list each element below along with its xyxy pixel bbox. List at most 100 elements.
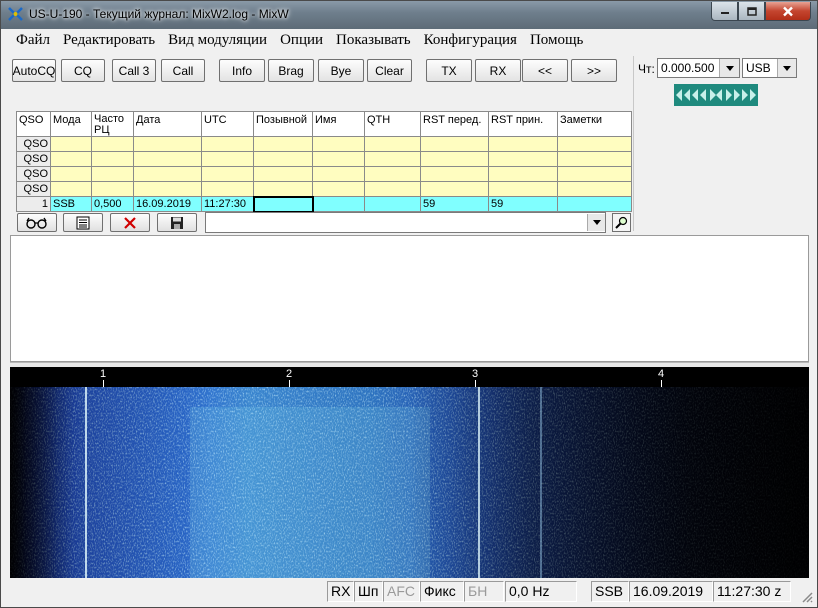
table-cell[interactable]	[253, 151, 313, 167]
table-cell[interactable]	[253, 136, 313, 152]
waterfall-display[interactable]: 1 2 3 4 7	[10, 367, 809, 578]
mode-dropdown-button[interactable]	[777, 59, 796, 77]
maximize-button[interactable]	[738, 2, 765, 21]
table-cell[interactable]	[364, 136, 421, 152]
tx-button[interactable]: TX	[426, 59, 472, 82]
table-cell[interactable]	[201, 136, 254, 152]
status-sp[interactable]: Шп	[354, 581, 383, 602]
menu-file[interactable]: Файл	[9, 31, 56, 53]
clear-button[interactable]: Clear	[367, 59, 412, 82]
table-cell[interactable]	[312, 136, 365, 152]
table-cell[interactable]	[488, 136, 558, 152]
prev-button[interactable]: <<	[522, 59, 568, 82]
table-cell[interactable]	[364, 166, 421, 182]
bye-button[interactable]: Bye	[318, 59, 364, 82]
current-qso-row[interactable]: 1 SSB 0,500 16.09.2019 11:27:30 59 59	[16, 195, 632, 213]
table-cell[interactable]	[133, 181, 202, 197]
waterfall-spectrogram[interactable]	[10, 387, 809, 578]
col-call[interactable]: Позывной	[253, 111, 313, 137]
autocq-button[interactable]: AutoCQ	[12, 59, 56, 82]
cell-call-input[interactable]	[252, 195, 314, 213]
table-cell[interactable]	[557, 151, 632, 167]
table-cell[interactable]	[557, 181, 632, 197]
brag-button[interactable]: Brag	[268, 59, 314, 82]
log-book-button[interactable]	[63, 213, 103, 232]
status-afc[interactable]: AFC	[383, 581, 420, 602]
table-cell[interactable]	[201, 151, 254, 167]
minimize-button[interactable]	[711, 2, 738, 21]
table-cell[interactable]	[488, 181, 558, 197]
cell-qth[interactable]	[364, 196, 421, 212]
status-offset[interactable]: 0,0 Hz	[505, 581, 577, 602]
col-freq[interactable]: Часто РЦ	[91, 111, 134, 137]
table-cell[interactable]	[50, 151, 92, 167]
col-qth[interactable]: QTH	[364, 111, 421, 137]
command-dropdown-button[interactable]	[587, 214, 605, 231]
table-cell[interactable]	[420, 136, 489, 152]
menu-options[interactable]: Опции	[273, 31, 329, 53]
call-button[interactable]: Call	[161, 59, 205, 82]
table-row[interactable]: QSO	[16, 166, 632, 182]
table-cell[interactable]	[201, 181, 254, 197]
table-cell[interactable]	[91, 136, 134, 152]
cell-freq[interactable]: 0,500	[91, 196, 134, 212]
lookup-button[interactable]	[17, 213, 57, 232]
cell-rst-rcvd[interactable]: 59	[488, 196, 558, 212]
menu-config[interactable]: Конфигурация	[417, 31, 523, 53]
col-rst-rcvd[interactable]: RST прин.	[488, 111, 558, 137]
table-cell[interactable]	[253, 181, 313, 197]
table-cell[interactable]	[557, 136, 632, 152]
frequency-dropdown-button[interactable]	[719, 59, 739, 77]
command-combo[interactable]	[205, 212, 606, 233]
status-fix[interactable]: Фикс	[420, 581, 464, 602]
table-cell[interactable]	[201, 166, 254, 182]
cq-button[interactable]: CQ	[61, 59, 105, 82]
table-cell[interactable]	[312, 151, 365, 167]
col-mode[interactable]: Мода	[50, 111, 92, 137]
table-cell[interactable]	[133, 166, 202, 182]
col-rst-sent[interactable]: RST перед.	[420, 111, 489, 137]
table-cell[interactable]	[364, 181, 421, 197]
cell-utc[interactable]: 11:27:30	[201, 196, 254, 212]
table-cell[interactable]	[420, 181, 489, 197]
table-cell[interactable]	[91, 181, 134, 197]
resize-grip-icon[interactable]	[799, 589, 813, 603]
cell-name[interactable]	[312, 196, 365, 212]
cell-mode[interactable]: SSB	[50, 196, 92, 212]
table-cell[interactable]	[91, 151, 134, 167]
table-cell[interactable]	[312, 166, 365, 182]
table-cell[interactable]	[557, 166, 632, 182]
table-cell[interactable]	[133, 136, 202, 152]
col-name[interactable]: Имя	[312, 111, 365, 137]
call3-button[interactable]: Call 3	[112, 59, 156, 82]
tuning-arrows[interactable]	[674, 84, 758, 106]
cell-notes[interactable]	[557, 196, 632, 212]
menu-view[interactable]: Показывать	[329, 31, 417, 53]
close-button[interactable]	[765, 2, 811, 21]
table-cell[interactable]	[50, 166, 92, 182]
save-button[interactable]	[157, 213, 197, 232]
rx-button[interactable]: RX	[475, 59, 521, 82]
cell-date[interactable]: 16.09.2019	[133, 196, 202, 212]
status-bn[interactable]: БН	[464, 581, 504, 602]
next-button[interactable]: >>	[571, 59, 617, 82]
table-row[interactable]: QSO	[16, 136, 632, 152]
table-cell[interactable]	[91, 166, 134, 182]
table-row[interactable]: QSO	[16, 181, 632, 197]
menu-edit[interactable]: Редактировать	[56, 31, 161, 53]
col-qso[interactable]: QSO	[16, 111, 51, 137]
menu-mode[interactable]: Вид модуляции	[161, 31, 273, 53]
table-cell[interactable]	[253, 166, 313, 182]
table-cell[interactable]	[50, 136, 92, 152]
col-utc[interactable]: UTC	[201, 111, 254, 137]
table-cell[interactable]	[488, 166, 558, 182]
delete-button[interactable]	[110, 213, 150, 232]
title-bar[interactable]: US-U-190 - Текущий журнал: MixW2.log - M…	[1, 1, 817, 29]
table-cell[interactable]	[312, 181, 365, 197]
cell-rst-sent[interactable]: 59	[420, 196, 489, 212]
receive-text-window[interactable]	[10, 235, 809, 362]
table-cell[interactable]	[133, 151, 202, 167]
col-notes[interactable]: Заметки	[557, 111, 632, 137]
info-button[interactable]: Info	[219, 59, 265, 82]
status-mode[interactable]: SSB	[591, 581, 629, 602]
